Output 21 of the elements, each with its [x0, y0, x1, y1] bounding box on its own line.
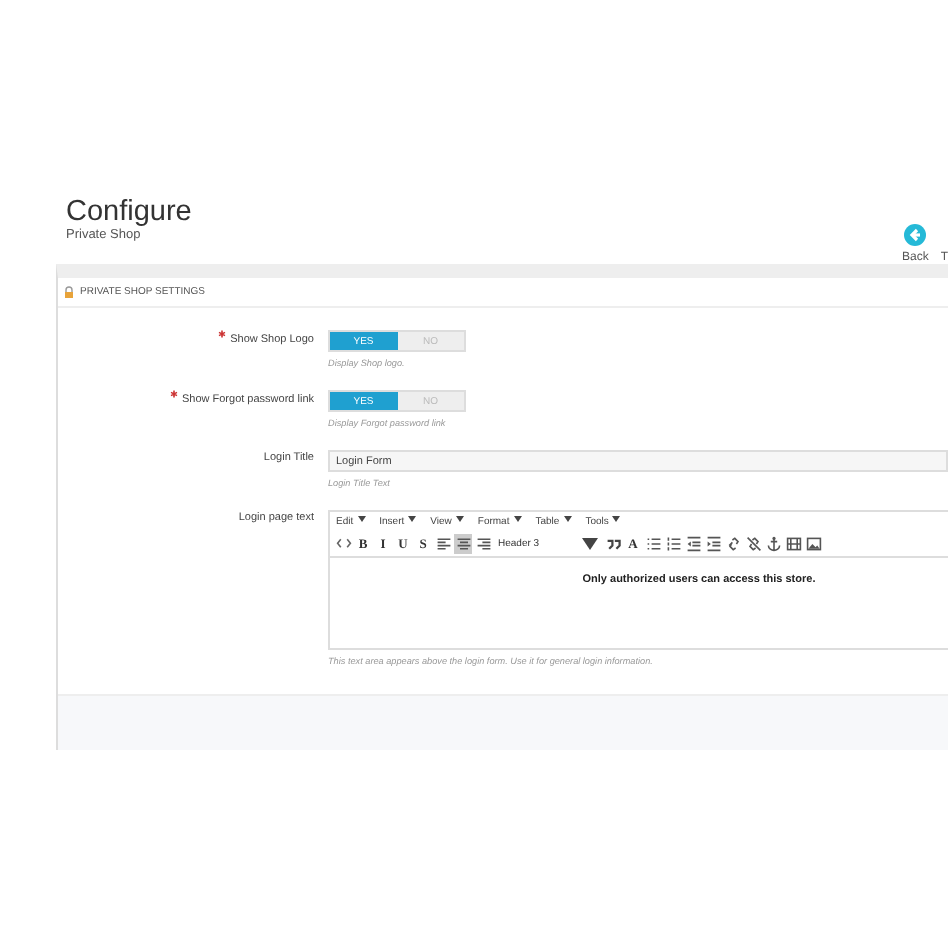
align-center-icon[interactable] [454, 534, 472, 554]
quote-icon[interactable] [604, 534, 622, 554]
caret-icon [563, 516, 572, 522]
align-right-icon[interactable] [474, 534, 492, 554]
link-icon[interactable] [724, 534, 742, 554]
media-icon[interactable] [784, 534, 802, 554]
caret-icon [357, 516, 366, 522]
page-title: Configure [66, 196, 192, 228]
caret-icon [408, 516, 417, 522]
anchor-icon[interactable] [764, 534, 782, 554]
caret-icon [513, 516, 522, 522]
caret-icon [612, 516, 621, 522]
lock-icon [64, 286, 74, 298]
unlink-icon[interactable] [744, 534, 762, 554]
caret-icon [455, 516, 464, 522]
bullets-icon[interactable] [644, 534, 662, 554]
align-left-icon[interactable] [434, 534, 452, 554]
indent-icon[interactable] [704, 534, 722, 554]
image-icon[interactable] [804, 534, 822, 554]
outdent-icon[interactable] [684, 534, 702, 554]
numbers-icon[interactable] [664, 534, 682, 554]
